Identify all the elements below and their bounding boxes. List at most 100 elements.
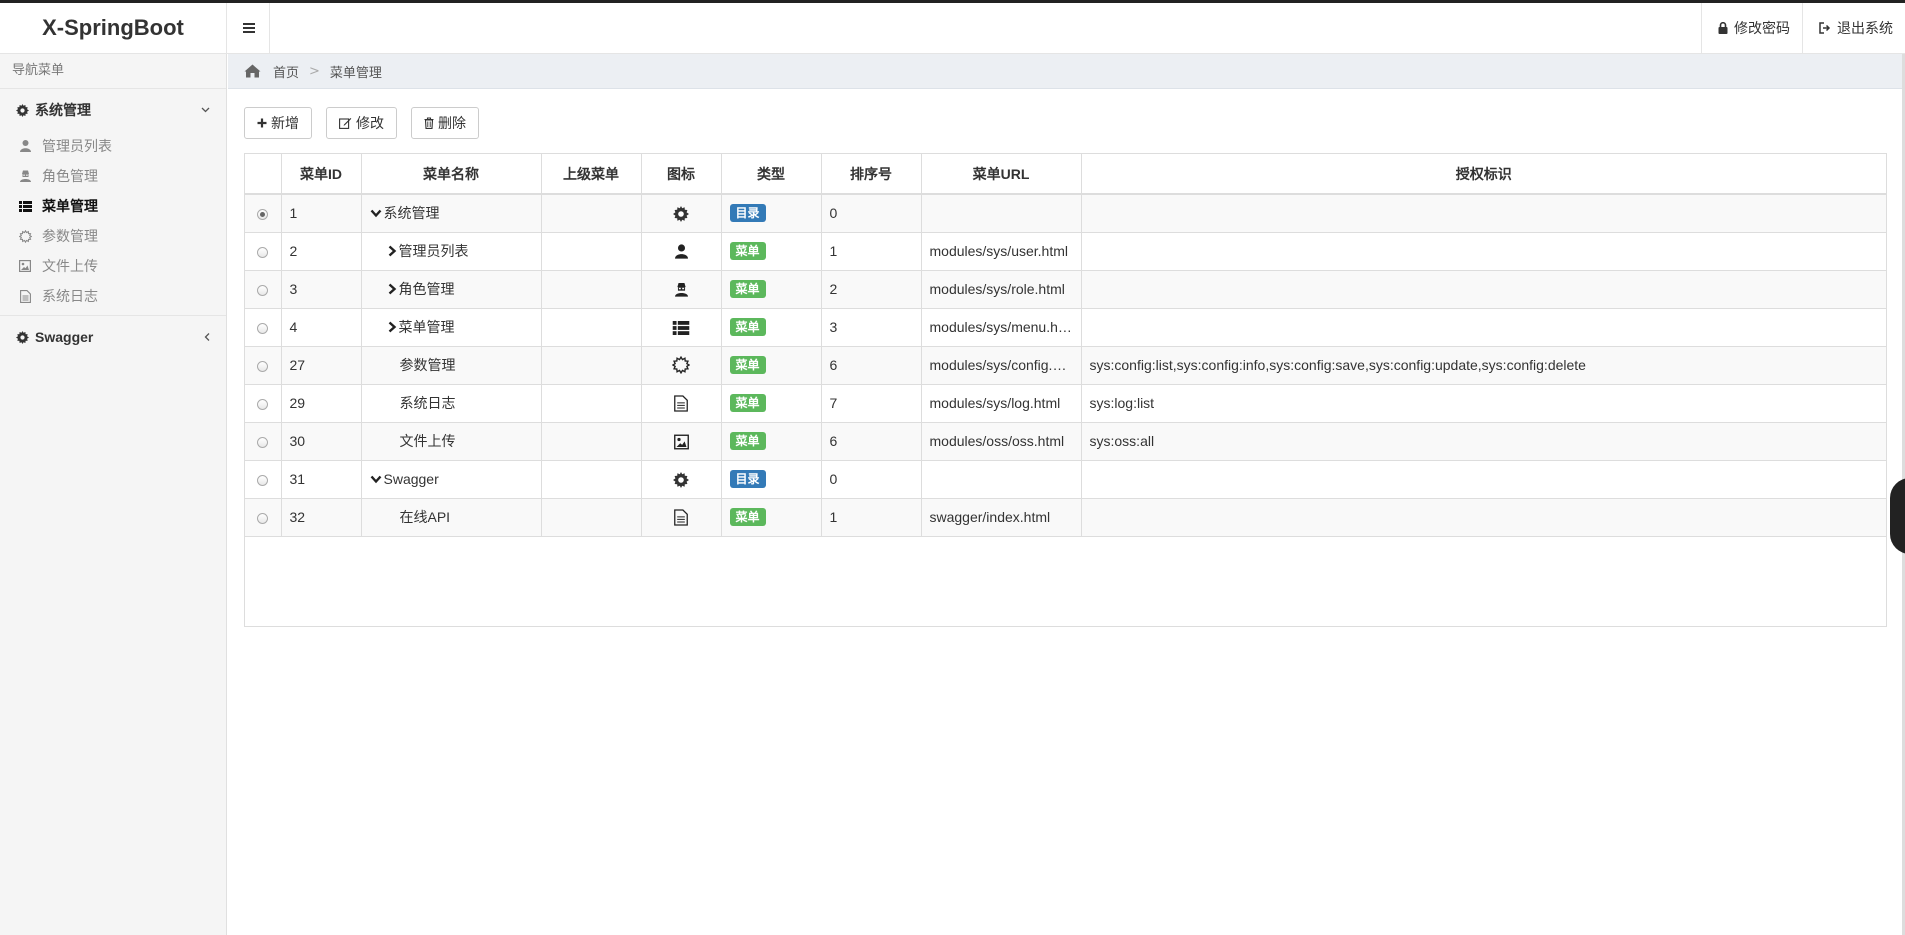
type-badge: 菜单 [729,508,766,526]
brand-logo[interactable]: X-SpringBoot [0,3,227,53]
table-row[interactable]: 4 菜单管理 菜单 3 modules/sys/menu.h… [245,308,1886,347]
cell-type: 菜单 [721,422,822,461]
header-menu-url[interactable]: 菜单URL [921,154,1082,195]
row-select[interactable] [245,422,282,461]
chevron-right-icon[interactable] [388,321,397,333]
cell-type: 菜单 [721,270,822,309]
type-badge: 菜单 [729,280,766,298]
list-icon [18,200,32,212]
row-select[interactable] [245,232,282,271]
row-radio[interactable] [257,474,269,486]
header-order[interactable]: 排序号 [821,154,922,195]
cell-type: 菜单 [721,346,822,385]
sign-out-icon [1819,22,1831,34]
cell-permissions: sys:config:list,sys:config:info,sys:conf… [1081,346,1886,385]
header-menu-name[interactable]: 菜单名称 [361,154,542,195]
chevron-down-icon[interactable] [370,209,382,218]
sidebar-item-label: 管理员列表 [42,139,112,155]
sidebar-group-system[interactable]: 系统管理 [0,89,226,131]
cell-type: 菜单 [721,308,822,347]
chevron-right-icon[interactable] [388,245,397,257]
change-password-link[interactable]: 修改密码 [1701,3,1802,53]
row-radio[interactable] [257,436,269,448]
breadcrumb-home[interactable]: 首页 [273,62,299,81]
cell-menu-url: modules/sys/role.html [921,270,1082,309]
table-row[interactable]: 31 Swagger 目录 0 [245,460,1886,499]
cell-order: 6 [821,422,922,461]
row-select[interactable] [245,308,282,347]
chevron-right-icon[interactable] [388,283,397,295]
file-text-icon [674,509,688,526]
cell-menu-name: 菜单管理 [361,308,542,347]
row-radio[interactable] [257,284,269,296]
logout-label: 退出系统 [1837,21,1893,37]
row-radio[interactable] [257,322,269,334]
cell-menu-url: modules/sys/config.… [921,346,1082,385]
header-type[interactable]: 类型 [721,154,822,195]
cell-icon [641,460,722,499]
table-row[interactable]: 27 参数管理 菜单 6 modules/sys/config.… sys:config:… [245,346,1886,385]
table-row[interactable]: 3 角色管理 菜单 2 modules/sys/role.html [245,270,1886,309]
row-select[interactable] [245,384,282,423]
cell-parent-menu [541,460,642,499]
table-row[interactable]: 32 在线API 菜单 1 swagger/index.html [245,498,1886,537]
header-icon[interactable]: 图标 [641,154,722,195]
sidebar-group-swagger[interactable]: Swagger [0,316,226,358]
trash-icon [424,117,434,129]
table-row[interactable]: 30 文件上传 菜单 6 modules/oss/oss.html sys:oss:all [245,422,1886,461]
row-select[interactable] [245,460,282,499]
header-permissions[interactable]: 授权标识 [1081,154,1886,195]
row-select[interactable] [245,498,282,537]
floating-side-tab[interactable] [1890,478,1905,554]
row-radio[interactable] [257,512,269,524]
row-radio[interactable] [257,209,269,221]
table-header-row: 菜单ID 菜单名称 上级菜单 图标 类型 排序号 菜单URL 授权标识 [245,154,1886,195]
chevron-down-icon[interactable] [370,475,382,484]
home-icon[interactable] [244,64,261,78]
user-secret-icon [674,282,688,297]
sidebar-item-label: 参数管理 [42,229,98,245]
sidebar-item-upload[interactable]: 文件上传 [0,251,226,281]
row-radio[interactable] [257,246,269,258]
cell-menu-name: 系统日志 [361,384,542,423]
table-row[interactable]: 2 管理员列表 菜单 1 modules/sys/user.html [245,232,1886,271]
table-row[interactable]: 1 系统管理 目录 0 [245,194,1886,233]
sidebar-toggle-button[interactable] [228,3,270,53]
logout-link[interactable]: 退出系统 [1802,3,1905,53]
cell-type: 菜单 [721,498,822,537]
cell-menu-id: 4 [281,308,362,347]
cell-menu-url: modules/oss/oss.html [921,422,1082,461]
cell-menu-url: modules/sys/log.html [921,384,1082,423]
cell-parent-menu [541,308,642,347]
row-select[interactable] [245,346,282,385]
menu-name-text: 参数管理 [399,357,456,373]
cell-menu-id: 1 [281,194,362,233]
type-badge: 目录 [729,204,766,223]
header-select [245,154,282,195]
cell-order: 0 [821,194,922,233]
row-radio[interactable] [257,398,269,410]
row-select[interactable] [245,194,282,233]
cell-type: 目录 [721,460,822,499]
sidebar-item-params[interactable]: 参数管理 [0,221,226,251]
cell-type: 菜单 [721,232,822,271]
sidebar-item-menu[interactable]: 菜单管理 [0,191,226,221]
sidebar-item-log[interactable]: 系统日志 [0,281,226,311]
menu-name-text: 在线API [399,509,451,525]
add-button[interactable]: 新增 [244,107,312,139]
cell-icon [641,308,722,347]
table-row[interactable]: 29 系统日志 菜单 7 modules/sys/log.html sys:log:lis… [245,384,1886,423]
header-parent-menu[interactable]: 上级菜单 [541,154,642,195]
sidebar-item-admin-list[interactable]: 管理员列表 [0,131,226,161]
header-menu-id[interactable]: 菜单ID [281,154,362,195]
chevron-left-icon [204,333,210,342]
sidebar-item-role[interactable]: 角色管理 [0,161,226,191]
cell-order: 0 [821,460,922,499]
cell-permissions [1081,308,1886,347]
row-radio[interactable] [257,360,269,372]
delete-button[interactable]: 删除 [411,107,479,139]
cell-icon [641,346,722,385]
cell-menu-id: 29 [281,384,362,423]
edit-button[interactable]: 修改 [326,107,397,139]
row-select[interactable] [245,270,282,309]
